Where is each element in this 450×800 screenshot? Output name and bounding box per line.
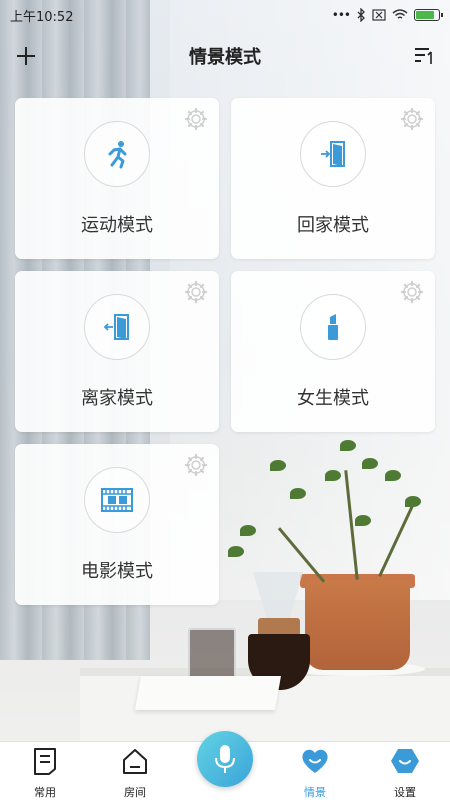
scene-card-movie[interactable]: 电影模式	[15, 444, 219, 605]
sort-button[interactable]	[404, 36, 444, 76]
scene-label: 离家模式	[81, 388, 153, 409]
signal-dots-icon: •••	[331, 8, 351, 22]
microphone-icon	[215, 745, 235, 773]
sort-icon	[415, 48, 432, 64]
scene-icon-circle	[84, 121, 150, 187]
gear-icon[interactable]	[399, 106, 425, 132]
plant-leaf	[290, 488, 306, 499]
scene-label: 女生模式	[297, 388, 369, 409]
scene-card-home[interactable]: 回家模式	[231, 98, 435, 259]
scene-label: 回家模式	[297, 215, 369, 236]
plant-leaf	[228, 546, 244, 557]
plant-leaf	[355, 515, 371, 526]
scene-icon-circle	[84, 294, 150, 360]
plant-leaf	[340, 440, 356, 451]
house-icon	[123, 749, 147, 774]
wifi-icon	[392, 9, 408, 19]
tab-common[interactable]: 常用	[0, 742, 90, 800]
page-title: 情景模式	[189, 47, 261, 68]
lipstick-icon	[328, 314, 338, 340]
gear-icon[interactable]	[183, 279, 209, 305]
scene-card-sport[interactable]: 运动模式	[15, 98, 219, 259]
tab-label: 情景	[304, 786, 326, 799]
running-person-icon	[108, 141, 127, 169]
tab-label: 房间	[124, 786, 146, 799]
plant-leaf	[385, 470, 401, 481]
book	[135, 676, 281, 710]
sim-blocked-icon	[372, 9, 386, 21]
status-bar: 上午10:52 •••	[0, 0, 450, 30]
scene-label: 电影模式	[81, 561, 153, 582]
tab-room[interactable]: 房间	[90, 742, 180, 800]
bluetooth-icon	[357, 8, 365, 22]
scene-card-girl[interactable]: 女生模式	[231, 271, 435, 432]
hexagon-smile-icon	[391, 749, 419, 773]
header: 情景模式	[0, 30, 450, 82]
tab-label: 设置	[394, 786, 416, 799]
status-icons: •••	[331, 8, 443, 22]
door-enter-icon	[321, 141, 345, 167]
scene-icon-circle	[300, 294, 366, 360]
scene-icon-circle	[300, 121, 366, 187]
film-icon	[101, 488, 133, 512]
scene-icon-circle	[84, 467, 150, 533]
gear-icon[interactable]	[183, 106, 209, 132]
door-exit-icon	[103, 314, 129, 340]
scene-label: 运动模式	[81, 215, 153, 236]
gear-icon[interactable]	[183, 452, 209, 478]
tab-scene[interactable]: 情景	[270, 742, 360, 800]
plant-leaf	[240, 525, 256, 536]
flower-pot	[305, 580, 410, 670]
status-time: 上午10:52	[10, 9, 74, 25]
gear-icon[interactable]	[399, 279, 425, 305]
plant-leaf	[270, 460, 286, 471]
note-icon	[34, 748, 56, 775]
tab-label: 常用	[34, 786, 56, 799]
tab-settings[interactable]: 设置	[360, 742, 450, 800]
heart-smile-icon	[302, 749, 328, 773]
scene-card-away[interactable]: 离家模式	[15, 271, 219, 432]
plant-leaf	[325, 470, 341, 481]
plant-leaf	[362, 458, 378, 469]
plant-leaf	[405, 496, 421, 507]
battery-icon	[414, 9, 443, 21]
voice-button[interactable]	[197, 731, 253, 787]
